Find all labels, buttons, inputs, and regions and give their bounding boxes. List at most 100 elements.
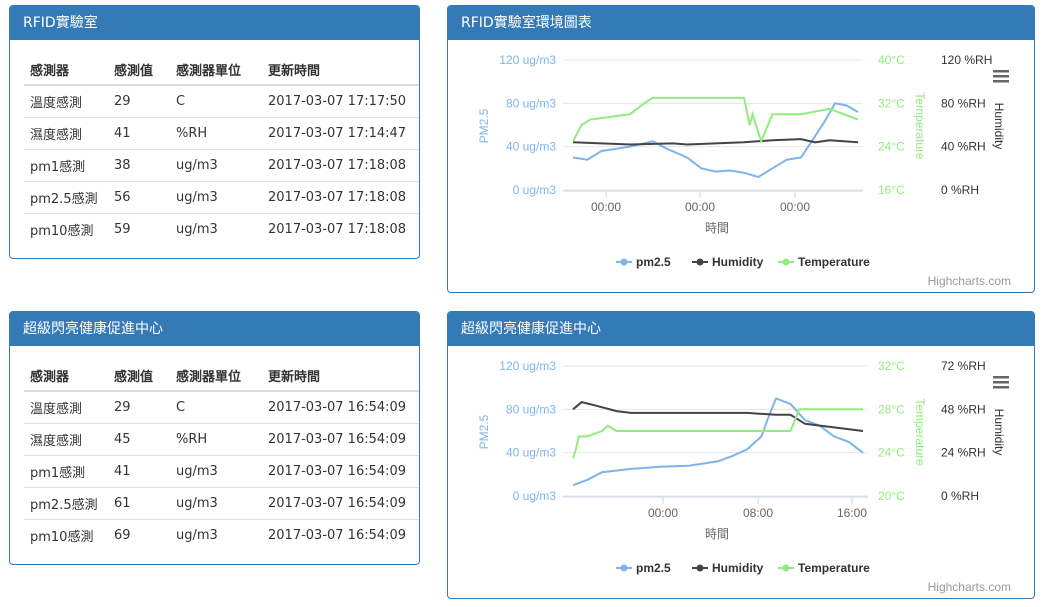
mid-axis-tick: 32°C	[878, 96, 905, 110]
sensor-time: 2017-03-07 17:17:50	[262, 84, 419, 118]
left-axis-tick: 120 ug/m3	[499, 359, 556, 373]
sensor-value: 29	[108, 84, 170, 118]
left-axis-tick: 0 ug/m3	[513, 183, 557, 197]
sensor-value: 45	[108, 423, 170, 456]
legend-item: Temperature	[798, 561, 870, 575]
x-axis-label: 時間	[705, 221, 729, 235]
left-axis-label: PM2.5	[477, 108, 491, 143]
chart-panel-rfid: RFID實驗室環境圖表 0 ug/m3 40 ug/m3 80 ug/m3 120 u…	[447, 5, 1035, 293]
sensor-name: 濕度感測	[24, 423, 108, 456]
mid-axis-tick: 24°C	[878, 140, 905, 154]
sensor-unit: C	[170, 390, 262, 424]
series-line-pm25	[572, 102, 859, 179]
sensor-panel-rfid: RFID實驗室 感測器 感測值 感測器單位 更新時間 溫度感測 29 C 2017-0…	[9, 5, 420, 259]
col-header: 感測值	[108, 360, 170, 392]
right-axis-label: Humidity	[992, 409, 1006, 456]
sensor-time: 2017-03-07 17:18:08	[262, 213, 419, 245]
x-axis-tick: 08:00	[743, 506, 773, 520]
menu-icon[interactable]	[993, 376, 1009, 389]
mid-axis-tick: 24°C	[878, 446, 905, 460]
legend-item: pm2.5	[636, 255, 671, 269]
sensor-unit: ug/m3	[170, 487, 262, 520]
x-axis-tick: 00:00	[780, 200, 810, 214]
mid-axis-tick: 32°C	[878, 359, 905, 373]
left-axis-tick: 0 ug/m3	[513, 489, 557, 503]
col-header: 感測器	[24, 54, 108, 86]
sensor-table: 感測器 感測值 感測器單位 更新時間 溫度感測 29 C 2017-03-07 16:…	[24, 360, 419, 551]
sensor-table: 感測器 感測值 感測器單位 更新時間 溫度感測 29 C 2017-03-07 17:…	[24, 54, 419, 245]
right-axis-tick: 24 %RH	[941, 446, 986, 460]
sensor-name: 溫度感測	[24, 390, 108, 424]
legend-swatch-marker	[620, 564, 628, 572]
x-axis-tick: 00:00	[685, 200, 715, 214]
legend-swatch-marker	[620, 258, 628, 266]
sensor-time: 2017-03-07 17:18:08	[262, 149, 419, 182]
sensor-value: 61	[108, 487, 170, 520]
sensor-unit: ug/m3	[170, 149, 262, 182]
left-axis-tick: 120 ug/m3	[499, 53, 556, 67]
col-header: 更新時間	[262, 54, 419, 86]
sensor-time: 2017-03-07 16:54:09	[262, 390, 419, 424]
table-row: pm10感測 69 ug/m3 2017-03-07 16:54:09	[24, 519, 419, 551]
right-axis-tick: 0 %RH	[941, 489, 979, 503]
menu-icon[interactable]	[993, 70, 1009, 83]
sensor-time: 2017-03-07 16:54:09	[262, 519, 419, 551]
mid-axis-tick: 20°C	[878, 489, 905, 503]
sensor-unit: ug/m3	[170, 181, 262, 214]
mid-axis-label: Temperature	[913, 398, 927, 466]
sensor-value: 69	[108, 519, 170, 551]
sensor-name: 濕度感測	[24, 117, 108, 150]
right-axis-tick: 72 %RH	[941, 359, 986, 373]
x-axis-tick: 00:00	[648, 506, 678, 520]
sensor-name: pm2.5感測	[24, 487, 108, 520]
sensor-unit: %RH	[170, 423, 262, 456]
mid-axis-tick: 28°C	[878, 402, 905, 416]
sensor-value: 41	[108, 455, 170, 488]
chart-panel-health-center: 超級閃亮健康促進中心 0 ug/m3 40 ug/m3 80 ug/m3 120 ug…	[447, 311, 1035, 599]
sensor-value: 41	[108, 117, 170, 150]
mid-axis-tick: 40°C	[878, 53, 905, 67]
series-line-humidity	[572, 138, 859, 146]
panel-title: RFID實驗室	[10, 6, 419, 40]
right-axis-tick: 0 %RH	[941, 183, 979, 197]
x-axis-tick: 00:00	[591, 200, 621, 214]
table-row: pm2.5感測 56 ug/m3 2017-03-07 17:18:08	[24, 181, 419, 214]
left-axis-tick: 80 ug/m3	[506, 402, 556, 416]
right-axis-tick: 80 %RH	[941, 96, 986, 110]
left-axis-tick: 40 ug/m3	[506, 140, 556, 154]
sensor-value: 56	[108, 181, 170, 214]
table-header-row: 感測器 感測值 感測器單位 更新時間	[24, 54, 419, 86]
sensor-time: 2017-03-07 16:54:09	[262, 455, 419, 488]
table-row: pm10感測 59 ug/m3 2017-03-07 17:18:08	[24, 213, 419, 245]
x-axis-tick: 16:00	[837, 506, 867, 520]
sensor-time: 2017-03-07 17:18:08	[262, 181, 419, 214]
sensor-unit: C	[170, 84, 262, 118]
chart-credit: Highcharts.com	[928, 274, 1011, 288]
table-row: 溫度感測 29 C 2017-03-07 17:17:50	[24, 84, 419, 118]
sensor-name: pm10感測	[24, 519, 108, 551]
col-header: 感測器單位	[170, 360, 262, 392]
col-header: 感測值	[108, 54, 170, 86]
sensor-time: 2017-03-07 16:54:09	[262, 487, 419, 520]
legend-swatch-marker	[696, 258, 704, 266]
panel-title: 超級閃亮健康促進中心	[448, 312, 1034, 346]
legend-item: Humidity	[712, 255, 764, 269]
mid-axis-tick: 16°C	[878, 183, 905, 197]
table-row: 濕度感測 41 %RH 2017-03-07 17:14:47	[24, 117, 419, 150]
panel-title: RFID實驗室環境圖表	[448, 6, 1034, 40]
environment-chart: 0 ug/m3 40 ug/m3 80 ug/m3 120 ug/m3 PM2.5 16°…	[477, 53, 1011, 288]
sensor-unit: %RH	[170, 117, 262, 150]
environment-chart: 0 ug/m3 40 ug/m3 80 ug/m3 120 ug/m3 PM2.5 20°…	[477, 359, 1011, 594]
legend-item: Temperature	[798, 255, 870, 269]
sensor-name: pm1感測	[24, 149, 108, 182]
legend-swatch-marker	[782, 564, 790, 572]
table-row: 溫度感測 29 C 2017-03-07 16:54:09	[24, 390, 419, 424]
col-header: 感測器	[24, 360, 108, 392]
table-row: pm2.5感測 61 ug/m3 2017-03-07 16:54:09	[24, 487, 419, 520]
sensor-unit: ug/m3	[170, 519, 262, 551]
series-line-temperature	[572, 408, 863, 459]
legend-swatch-marker	[696, 564, 704, 572]
sensor-unit: ug/m3	[170, 213, 262, 245]
sensor-value: 59	[108, 213, 170, 245]
table-row: pm1感測 41 ug/m3 2017-03-07 16:54:09	[24, 455, 419, 488]
